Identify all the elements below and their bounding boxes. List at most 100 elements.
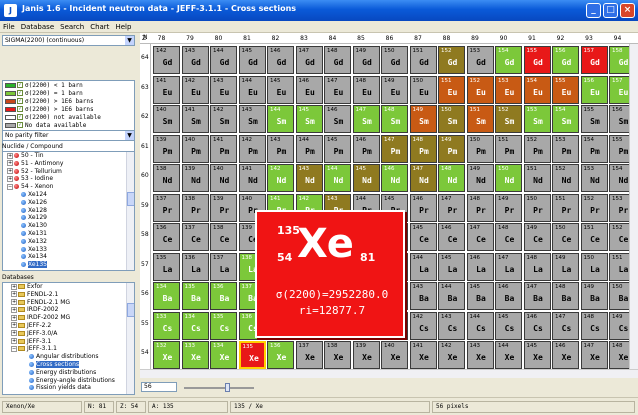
nuclide-cell[interactable]: 149 Gd <box>352 46 380 74</box>
nuclide-cell[interactable]: 142 Xe <box>438 341 465 369</box>
nuclide-cell[interactable]: 132 Xe <box>153 341 180 369</box>
nuclide-cell[interactable]: 136 Ce <box>153 223 180 251</box>
nuclide-cell[interactable]: 137 Ce <box>181 223 209 251</box>
nuclide-cell[interactable]: 142 Eu <box>181 75 209 104</box>
nuclide-tree-item[interactable]: Xe135 <box>3 261 134 269</box>
nuclide-cell[interactable]: 134 Xe <box>210 341 237 369</box>
nuclide-cell[interactable]: 145 Gd <box>238 46 266 74</box>
database-tree-item[interactable]: + FENDL-2.1 MG <box>3 299 134 307</box>
legend-checkbox[interactable]: ✓ <box>17 90 23 96</box>
nuclide-cell[interactable]: 147 Xe <box>580 341 608 369</box>
nuclide-cell[interactable]: 142 Pm <box>238 134 266 163</box>
nuclide-cell[interactable]: 144 Gd <box>210 46 237 74</box>
nuclide-cell[interactable]: 152 Eu <box>466 75 494 104</box>
nuclide-cell[interactable]: 143 Sm <box>238 105 266 133</box>
menu-help[interactable]: Help <box>112 21 134 33</box>
nuclide-cell[interactable]: 148 Cs <box>580 311 608 340</box>
nuclide-cell[interactable]: 135 Xe <box>238 341 266 369</box>
nuclide-cell[interactable]: 152 Gd <box>438 46 465 74</box>
nuclide-tree-item[interactable]: − 54 - Xenon <box>3 183 134 191</box>
nuclide-cell[interactable]: 136 Ba <box>210 282 237 310</box>
nuclide-cell[interactable]: 147 Pm <box>381 134 408 163</box>
expand-icon[interactable]: + <box>11 306 17 313</box>
legend-checkbox[interactable]: ✓ <box>17 82 23 88</box>
database-tree-item[interactable]: − JEFF-3.1.1 <box>3 345 134 353</box>
nuclide-cell[interactable]: 138 Xe <box>324 341 351 369</box>
nuclide-cell[interactable]: 146 Gd <box>267 46 294 74</box>
nuclide-cell[interactable]: 149 Nd <box>466 164 494 192</box>
nuclide-cell[interactable]: 148 La <box>523 252 551 281</box>
nuclide-cell[interactable]: 143 Cs <box>438 311 465 340</box>
minimize-button[interactable]: _ <box>586 3 601 18</box>
nuclide-cell[interactable]: 140 Sm <box>153 105 180 133</box>
nuclide-cell[interactable]: 137 Pr <box>153 193 180 222</box>
nuclide-cell[interactable]: 146 Pr <box>409 193 437 222</box>
nuclide-cell[interactable]: 144 La <box>409 252 437 281</box>
database-scroll-thumb[interactable] <box>127 303 134 317</box>
nuclide-cell[interactable]: 139 Pm <box>153 134 180 163</box>
parity-select[interactable]: No parity filter ▼ <box>2 130 135 141</box>
nuclide-cell[interactable]: 148 Pr <box>466 193 494 222</box>
nuclide-cell[interactable]: 136 La <box>181 252 209 281</box>
nuclide-cell[interactable]: 149 La <box>552 252 579 281</box>
nuclide-cell[interactable]: 146 Ba <box>495 282 522 310</box>
nuclide-tree-item[interactable]: Xe124 <box>3 191 134 199</box>
nuclide-cell[interactable]: 147 Cs <box>552 311 579 340</box>
nuclide-cell[interactable]: 149 Ba <box>580 282 608 310</box>
nuclide-cell[interactable]: 149 Pr <box>495 193 522 222</box>
nuclide-cell[interactable]: 146 Nd <box>381 164 408 192</box>
expand-icon[interactable]: + <box>11 299 17 306</box>
nuclide-cell[interactable]: 138 Ce <box>210 223 237 251</box>
nuclide-cell[interactable]: 134 Ba <box>153 282 180 310</box>
nuclide-cell[interactable]: 133 Cs <box>153 311 180 340</box>
maximize-button[interactable]: □ <box>603 3 618 18</box>
nuclide-tree-item[interactable]: Xe133 <box>3 246 134 254</box>
nuclide-cell[interactable]: 148 Ba <box>552 282 579 310</box>
nuclide-cell[interactable]: 155 Eu <box>552 75 579 104</box>
chart-vertical-scrollbar[interactable] <box>629 44 638 369</box>
nuclide-cell[interactable]: 141 Pm <box>210 134 237 163</box>
nuclide-cell[interactable]: 142 Nd <box>267 164 294 192</box>
database-tree-item[interactable]: + JEFF-3.0/A <box>3 330 134 338</box>
menu-file[interactable]: File <box>0 21 18 33</box>
nuclide-cell[interactable]: 147 Pr <box>438 193 465 222</box>
nuclide-cell[interactable]: 144 Xe <box>495 341 522 369</box>
database-tree-item[interactable]: + IRDF-2002 <box>3 306 134 314</box>
nuclide-cell[interactable]: 147 Nd <box>409 164 437 192</box>
nuclide-cell[interactable]: 140 Nd <box>210 164 237 192</box>
nuclide-cell[interactable]: 148 Ce <box>495 223 522 251</box>
nuclide-cell[interactable]: 147 Ba <box>523 282 551 310</box>
nuclide-cell[interactable]: 154 Gd <box>495 46 522 74</box>
nuclide-cell[interactable]: 145 Eu <box>267 75 294 104</box>
nuclide-cell[interactable]: 147 Eu <box>324 75 351 104</box>
nuclide-cell[interactable]: 152 Nd <box>552 164 579 192</box>
nuclide-cell[interactable]: 141 Nd <box>238 164 266 192</box>
nuclide-cell[interactable]: 147 Sm <box>352 105 380 133</box>
database-tree-item[interactable]: + Exfor <box>3 283 134 291</box>
nuclide-tree-item[interactable]: +53 - Iodine <box>3 175 134 183</box>
nuclide-cell[interactable]: 151 Ce <box>580 223 608 251</box>
nuclide-cell[interactable]: 143 Pm <box>267 134 294 163</box>
collapse-icon[interactable]: − <box>7 183 13 190</box>
nuclide-cell[interactable]: 144 Nd <box>324 164 351 192</box>
nuclide-tree-item[interactable]: +50 - Tin <box>3 152 134 160</box>
menu-search[interactable]: Search <box>57 21 87 33</box>
database-tree-item[interactable]: Energy-angle distributions <box>3 377 134 385</box>
database-tree-item[interactable]: Angular distributions <box>3 353 134 361</box>
nuclide-cell[interactable]: 133 Xe <box>181 341 209 369</box>
nuclide-cell[interactable]: 145 Ce <box>409 223 437 251</box>
legend-checkbox[interactable]: ✓ <box>17 98 23 104</box>
nuclide-cell[interactable]: 153 Nd <box>580 164 608 192</box>
nuclide-cell[interactable]: 149 Sm <box>409 105 437 133</box>
nuclide-cell[interactable]: 151 Gd <box>409 46 437 74</box>
expand-icon[interactable]: + <box>7 168 13 175</box>
nuclide-cell[interactable]: 144 Eu <box>238 75 266 104</box>
nuclide-cell[interactable]: 149 Pm <box>438 134 465 163</box>
nuclide-cell[interactable]: 151 Sm <box>466 105 494 133</box>
nuclide-tree-item[interactable]: Xe131 <box>3 230 134 238</box>
quantity-select[interactable]: SIGMA(2200) (continuous) ▼ <box>2 35 135 46</box>
nuclide-cell[interactable]: 150 Pm <box>466 134 494 163</box>
nuclide-cell[interactable]: 148 Pm <box>409 134 437 163</box>
nuclide-cell[interactable]: 147 La <box>495 252 522 281</box>
nuclide-cell[interactable]: 152 Pm <box>523 134 551 163</box>
